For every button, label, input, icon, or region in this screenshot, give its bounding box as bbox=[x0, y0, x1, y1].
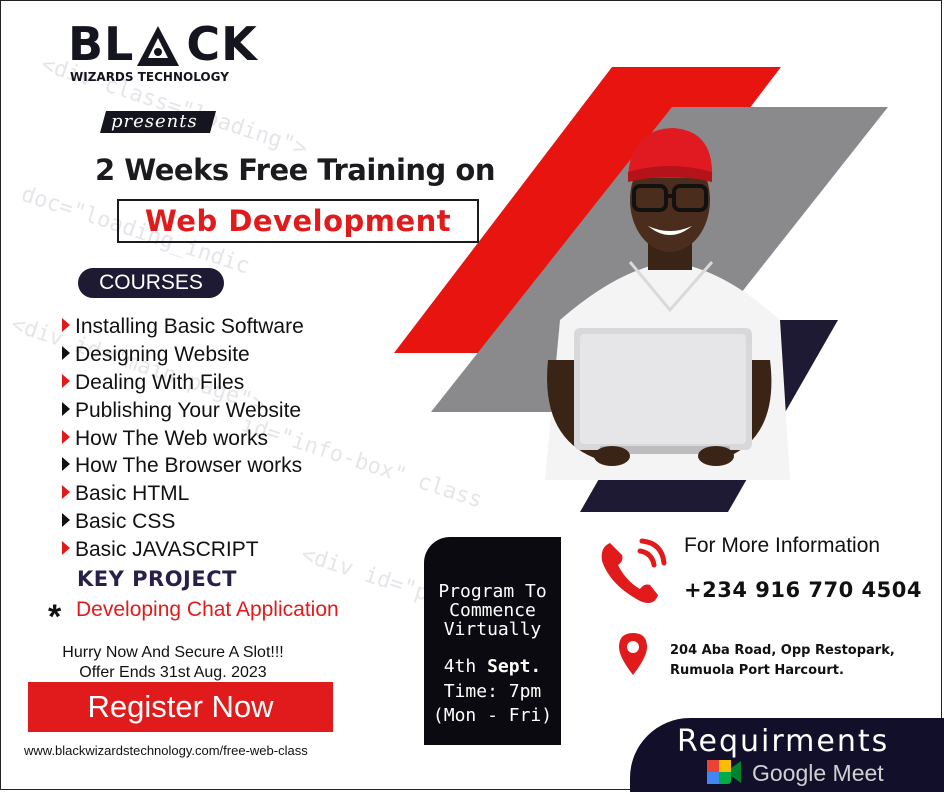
list-item: Installing Basic Software bbox=[62, 315, 304, 339]
brand-subtitle: WIZARDS TECHNOLOGY bbox=[70, 70, 229, 84]
key-project-item: Developing Chat Application bbox=[76, 598, 339, 621]
triangle-bullet-icon bbox=[62, 485, 70, 499]
courses-label: COURSES bbox=[78, 268, 224, 298]
asterisk-bullet: * bbox=[48, 598, 62, 636]
location-pin-icon bbox=[619, 633, 647, 675]
google-meet-icon bbox=[707, 760, 741, 784]
list-item: Publishing Your Website bbox=[62, 399, 301, 423]
google-meet-label: Google Meet bbox=[752, 760, 884, 786]
triangle-bullet-icon bbox=[62, 513, 70, 527]
hurry-text: Hurry Now And Secure A Slot!!! bbox=[62, 644, 284, 661]
triangle-bullet-icon bbox=[62, 457, 70, 471]
program-time: Time: 7pm bbox=[443, 681, 542, 702]
triangle-bullet-icon bbox=[62, 541, 70, 555]
logo-text-right: CK bbox=[186, 17, 258, 71]
list-item: Dealing With Files bbox=[62, 371, 244, 395]
presents-text: presents bbox=[111, 111, 198, 132]
more-info-label: For More Information bbox=[684, 534, 881, 557]
program-panel: Program To Commence Virtually 4th Sept. … bbox=[424, 537, 561, 745]
key-project-heading: KEY PROJECT bbox=[77, 567, 237, 591]
triangle-bullet-icon bbox=[62, 374, 70, 388]
list-item: Basic CSS bbox=[62, 510, 175, 534]
phone-number[interactable]: +234 916 770 4504 bbox=[684, 578, 922, 602]
list-item: Basic HTML bbox=[62, 482, 189, 506]
triangle-bullet-icon bbox=[62, 430, 70, 444]
list-item: Designing Website bbox=[62, 343, 250, 367]
triangle-bullet-icon bbox=[62, 346, 70, 360]
website-link[interactable]: www.blackwizardstechnology.com/free-web-… bbox=[24, 743, 308, 758]
address: 204 Aba Road, Opp Restopark, Rumuola Por… bbox=[670, 643, 895, 678]
headline: 2 Weeks Free Training on bbox=[95, 153, 495, 187]
offer-notice: Hurry Now And Secure A Slot!!! Offer End… bbox=[30, 643, 316, 683]
logo-text-left: BL bbox=[68, 17, 135, 71]
triangle-bullet-icon bbox=[62, 318, 70, 332]
program-days: (Mon - Fri) bbox=[432, 705, 553, 726]
course-title-box: Web Development bbox=[117, 199, 479, 243]
offer-ends-text: Offer Ends 31st Aug. 2023 bbox=[79, 664, 267, 681]
list-item: Basic JAVASCRIPT bbox=[62, 538, 259, 562]
requirements-label: Requirments bbox=[677, 724, 890, 759]
register-button[interactable]: Register Now bbox=[28, 682, 333, 732]
wizard-icon bbox=[137, 26, 179, 66]
list-item: How The Browser works bbox=[62, 454, 302, 478]
program-heading: Program To Commence Virtually bbox=[438, 581, 547, 640]
triangle-bullet-icon bbox=[62, 402, 70, 416]
phone-icon bbox=[601, 538, 667, 603]
list-item: How The Web works bbox=[62, 427, 268, 451]
course-title: Web Development bbox=[144, 204, 452, 238]
program-date: 4th Sept. bbox=[443, 656, 542, 677]
